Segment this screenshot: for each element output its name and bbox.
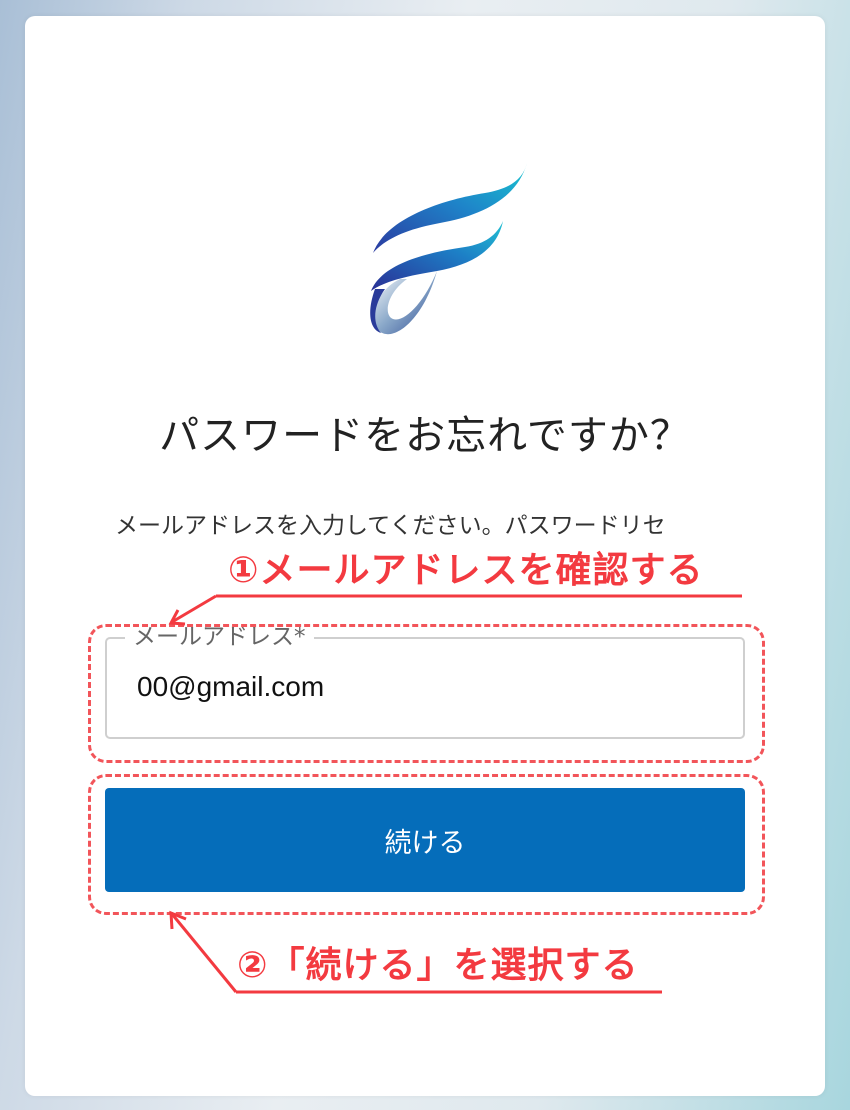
instruction-text: メールアドレスを入力してください。パスワードリセ: [115, 513, 666, 539]
step2-annotation: ②「続ける」を選択する: [237, 945, 639, 986]
brand-logo-icon: [370, 163, 527, 335]
page-title: パスワードをお忘れですか？: [159, 413, 691, 459]
button-highlight-box: [88, 774, 765, 915]
email-highlight-box: [88, 624, 765, 763]
step1-annotation: ①メールアドレスを確認する: [228, 550, 704, 591]
